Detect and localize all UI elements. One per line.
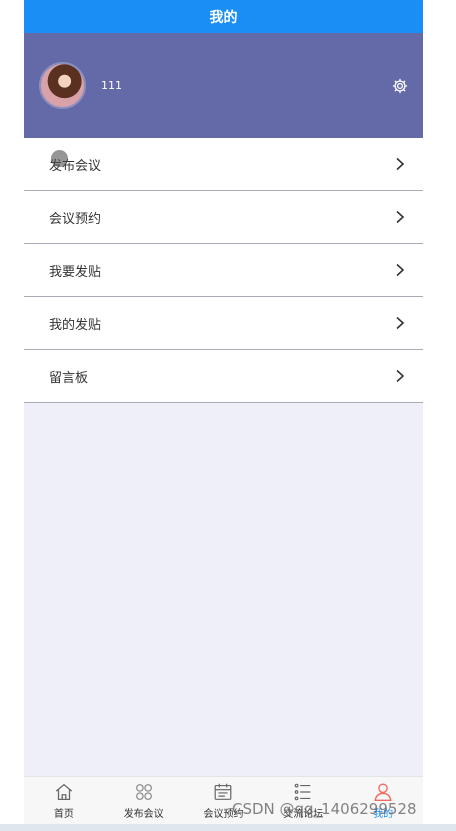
profile-card: 111 bbox=[24, 33, 423, 138]
menu-item-label: 我的发贴 bbox=[49, 317, 102, 333]
app-screen: 我的 111 发布会议 会议预约 我要发贴 我的发贴 留言板 首页 发布会议 会… bbox=[24, 0, 423, 831]
tab-label: 发布会议 bbox=[123, 809, 164, 820]
chevron-right-icon bbox=[396, 316, 405, 330]
watermark-text: CSDN @qq_1406299528 bbox=[232, 800, 417, 818]
tab-label: 首页 bbox=[53, 809, 74, 820]
username: 111 bbox=[101, 79, 122, 92]
touch-indicator bbox=[51, 150, 68, 167]
menu-item-label: 我要发贴 bbox=[49, 264, 102, 280]
menu-item-meeting-booking[interactable]: 会议预约 bbox=[24, 191, 423, 244]
tab-home[interactable]: 首页 bbox=[24, 777, 104, 824]
chevron-right-icon bbox=[396, 210, 405, 224]
chevron-right-icon bbox=[396, 157, 405, 171]
gear-icon[interactable] bbox=[391, 77, 409, 95]
avatar[interactable] bbox=[39, 62, 86, 109]
menu-item-publish-meeting[interactable]: 发布会议 bbox=[24, 138, 423, 191]
menu-item-message-board[interactable]: 留言板 bbox=[24, 350, 423, 403]
bottom-strip bbox=[0, 824, 456, 831]
menu-item-my-posts[interactable]: 我的发贴 bbox=[24, 297, 423, 350]
tab-publish-meeting[interactable]: 发布会议 bbox=[104, 777, 184, 824]
chevron-right-icon bbox=[396, 369, 405, 383]
menu-list: 发布会议 会议预约 我要发贴 我的发贴 留言板 bbox=[24, 138, 423, 403]
menu-item-label: 留言板 bbox=[49, 370, 89, 386]
menu-item-label: 会议预约 bbox=[49, 211, 102, 227]
home-icon bbox=[55, 783, 73, 800]
top-bar: 我的 bbox=[24, 0, 423, 33]
page-title: 我的 bbox=[209, 9, 238, 26]
menu-item-new-post[interactable]: 我要发贴 bbox=[24, 244, 423, 297]
chevron-right-icon bbox=[396, 263, 405, 277]
grid-icon bbox=[135, 784, 152, 800]
